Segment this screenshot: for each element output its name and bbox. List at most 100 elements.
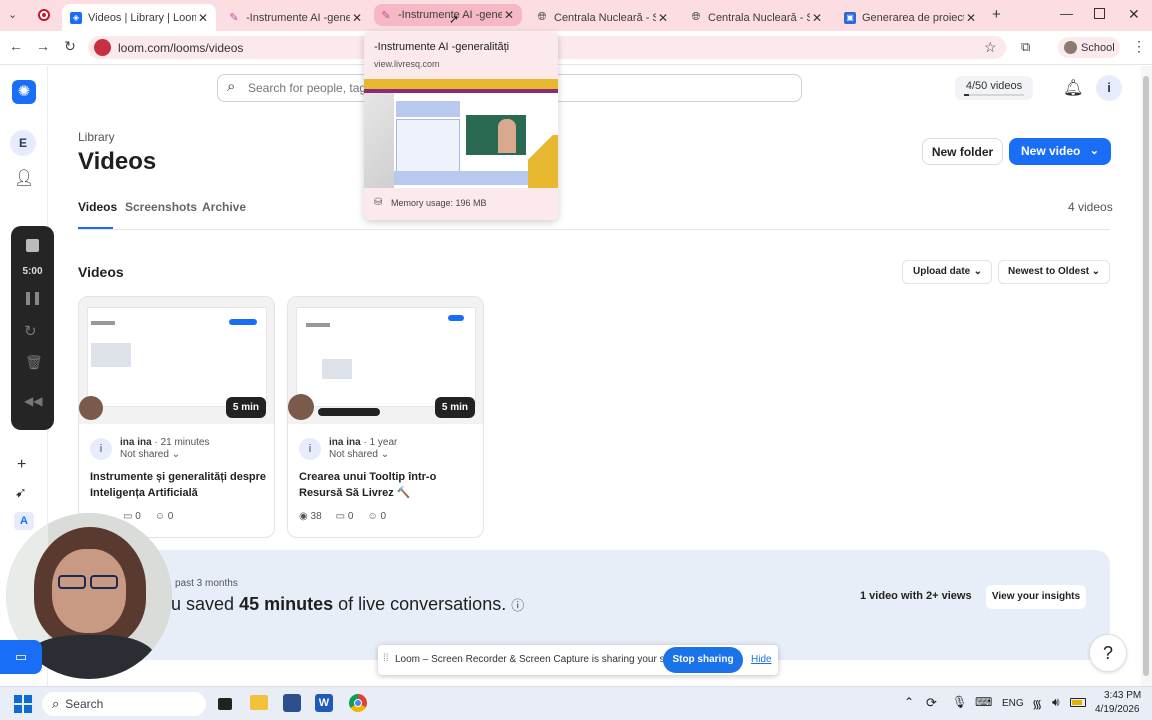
- loom-favicon-icon: ◈: [70, 11, 82, 24]
- duration-badge: 5 min: [434, 397, 475, 418]
- record-indicator-icon[interactable]: [38, 9, 50, 21]
- tab-title: Centrala Nucleară - Simulare: [708, 11, 810, 24]
- video-quota-badge[interactable]: 4/50 videos: [955, 76, 1033, 100]
- microphone-icon[interactable]: 🎙︎: [952, 695, 967, 709]
- word-icon[interactable]: W: [315, 694, 333, 712]
- browser-menu-icon[interactable]: ⋮: [1132, 38, 1146, 55]
- forward-icon[interactable]: →: [33, 38, 53, 54]
- restart-icon[interactable]: ↻: [24, 322, 37, 340]
- tab-instrumente-ai[interactable]: ✎ -Instrumente AI -generalități ✕: [222, 4, 370, 31]
- sharing-status[interactable]: Not shared ⌄: [329, 449, 389, 460]
- insights-period: past 3 months: [175, 578, 238, 589]
- video-thumbnail[interactable]: 5 min: [79, 297, 274, 424]
- mouse-cursor-icon: ➚: [449, 12, 460, 26]
- search-icon: ⌕: [227, 78, 236, 95]
- video-thumbnail[interactable]: 5 min: [288, 297, 483, 424]
- tab-instrumente-ai-hovered[interactable]: ✎ -Instrumente AI -generalități ✕: [374, 4, 522, 26]
- battery-icon[interactable]: [1070, 698, 1086, 707]
- sort-order-dropdown[interactable]: Newest to Oldest ⌄: [998, 260, 1110, 284]
- taskbar-search[interactable]: ⌕ Search: [42, 692, 206, 716]
- user-avatar[interactable]: i: [1096, 75, 1122, 101]
- tab-title: -Instrumente AI -generalități: [246, 11, 350, 24]
- tab-generarea-proiecte[interactable]: ▣ Generarea de proiecte didactice ✕: [838, 4, 984, 31]
- invite-user-icon[interactable]: 👤︎: [14, 168, 34, 188]
- workspace-avatar[interactable]: E: [10, 130, 36, 156]
- close-icon[interactable]: ✕: [810, 11, 824, 25]
- photo-app-icon[interactable]: [283, 694, 301, 712]
- extensions-icon[interactable]: ⧉: [1021, 39, 1030, 55]
- camera-toggle-button[interactable]: ▭: [0, 640, 42, 674]
- collapse-icon[interactable]: ◀◀: [24, 394, 42, 408]
- tab-archive[interactable]: Archive: [202, 200, 246, 214]
- url-text: loom.com/looms/videos: [118, 41, 244, 55]
- keyboard-icon[interactable]: ⌨: [975, 695, 992, 709]
- drag-handle-icon[interactable]: ⁞⁞: [383, 653, 389, 664]
- clock-date[interactable]: 4/19/2026: [1095, 704, 1140, 715]
- sort-upload-dropdown[interactable]: Upload date ⌄: [902, 260, 992, 284]
- profile-chip[interactable]: School: [1058, 37, 1120, 58]
- wifi-icon[interactable]: ᯾: [1032, 695, 1042, 712]
- hide-share-bar-link[interactable]: Hide: [751, 654, 772, 665]
- page-scrollbar[interactable]: [1141, 66, 1152, 686]
- reload-icon[interactable]: ↻: [60, 38, 80, 55]
- new-tab-icon[interactable]: +: [992, 6, 1001, 23]
- insights-saved-value: 45 minutes: [239, 594, 334, 614]
- tab-loom-videos[interactable]: ◈ Videos | Library | Loom ✕: [62, 4, 216, 31]
- chrome-icon[interactable]: [349, 694, 367, 712]
- new-folder-button[interactable]: New folder: [922, 138, 1003, 165]
- video-title[interactable]: Instrumente și generalități despre Intel…: [90, 469, 268, 501]
- author-name: ina ina: [329, 437, 361, 448]
- window-close-icon[interactable]: ✕: [1128, 6, 1140, 23]
- file-explorer-icon[interactable]: [250, 695, 268, 710]
- back-icon[interactable]: ←: [6, 38, 26, 54]
- duration-badge: 5 min: [225, 397, 266, 418]
- notifications-bell-icon[interactable]: 🔔︎: [1063, 78, 1083, 98]
- view-insights-button[interactable]: View your insights: [986, 585, 1086, 609]
- screen-share-bar: ⁞⁞ Loom – Screen Recorder & Screen Captu…: [378, 645, 778, 675]
- close-icon[interactable]: ✕: [350, 11, 364, 25]
- pause-icon[interactable]: [26, 292, 39, 305]
- rail-add-icon[interactable]: +: [17, 456, 26, 474]
- video-title[interactable]: Crearea unui Tooltip într-o Resursă Să L…: [299, 469, 477, 501]
- close-icon[interactable]: ✕: [502, 8, 516, 22]
- taskbar-search-label: Search: [65, 697, 104, 711]
- video-quota-fill: [964, 94, 969, 96]
- restore-icon[interactable]: [1094, 8, 1105, 19]
- site-info-icon[interactable]: [94, 39, 111, 56]
- stop-sharing-button[interactable]: Stop sharing: [663, 647, 743, 673]
- breadcrumb[interactable]: Library: [78, 130, 115, 144]
- sync-icon[interactable]: ⟳: [926, 695, 937, 711]
- video-card[interactable]: 5 min i ina ina · 1 year Not shared ⌄ Cr…: [287, 296, 484, 538]
- tab-screenshots[interactable]: Screenshots: [125, 200, 197, 214]
- language-indicator[interactable]: ENG: [1002, 698, 1024, 709]
- author-line: ina ina · 1 year: [329, 437, 398, 448]
- hover-card-domain: view.livresq.com: [374, 59, 440, 69]
- help-button[interactable]: ?: [1089, 634, 1127, 672]
- hover-card-title: -Instrumente AI -generalități: [374, 41, 510, 53]
- loom-logo-icon[interactable]: ✺: [12, 80, 36, 104]
- show-hidden-icons-icon[interactable]: ⌃: [904, 695, 914, 709]
- video-card[interactable]: 5 min i ina ina · 21 minutes Not shared …: [78, 296, 275, 538]
- insights-banner: past 3 months u saved 45 minutes of live…: [78, 550, 1110, 660]
- bookmark-star-icon[interactable]: ☆: [984, 39, 997, 56]
- rail-rocket-icon[interactable]: ➹: [15, 484, 27, 501]
- tab-centrala-nucleara-1[interactable]: 🌐︎ Centrala Nucleară - Simulare ✕: [530, 4, 676, 31]
- hover-card-preview: [364, 79, 558, 188]
- stop-recording-icon[interactable]: [26, 239, 39, 252]
- info-icon[interactable]: ⓘ: [511, 598, 524, 613]
- tab-search-icon[interactable]: ⌄: [8, 8, 17, 21]
- memory-icon: ⛁: [374, 197, 383, 208]
- clock-time[interactable]: 3:43 PM: [1104, 690, 1141, 701]
- tab-centrala-nucleara-2[interactable]: 🌐︎ Centrala Nucleară - Simulare ✕: [684, 4, 830, 31]
- close-icon[interactable]: ✕: [964, 11, 978, 25]
- task-view-icon[interactable]: [218, 698, 232, 710]
- tab-videos[interactable]: Videos: [78, 200, 117, 214]
- windows-start-icon[interactable]: [14, 695, 32, 713]
- volume-icon[interactable]: 🔊︎: [1052, 695, 1060, 710]
- sharing-status[interactable]: Not shared ⌄: [120, 449, 180, 460]
- delete-icon[interactable]: 🗑︎: [25, 354, 43, 371]
- new-video-button[interactable]: New video ⌄: [1009, 138, 1111, 165]
- close-icon[interactable]: ✕: [196, 11, 210, 25]
- close-icon[interactable]: ✕: [656, 11, 670, 25]
- minimize-icon[interactable]: —: [1060, 6, 1073, 21]
